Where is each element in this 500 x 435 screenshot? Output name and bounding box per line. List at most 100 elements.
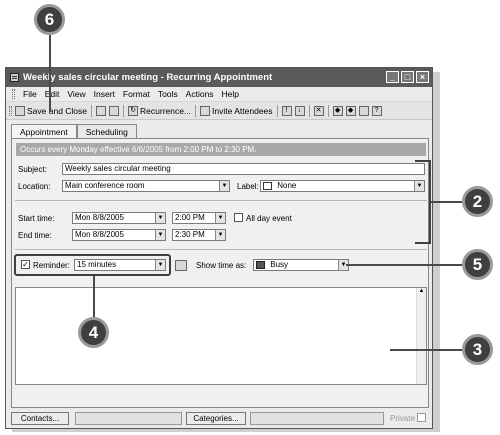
scroll-up-icon[interactable]: ▲ bbox=[419, 288, 425, 294]
location-combobox[interactable]: Main conference room ▼ bbox=[62, 180, 230, 192]
invite-icon bbox=[200, 105, 211, 116]
save-and-close-button[interactable]: Save and Close bbox=[15, 105, 88, 116]
recurrence-button[interactable]: ↻ Recurrence... bbox=[128, 105, 192, 116]
end-date-picker[interactable]: Mon 8/8/2005 ▼ bbox=[72, 229, 166, 241]
label-select[interactable]: None ▼ bbox=[260, 180, 425, 192]
toolbar-separator bbox=[327, 104, 329, 117]
busy-swatch bbox=[256, 260, 265, 269]
end-date-value: Mon 8/8/2005 bbox=[75, 230, 124, 239]
start-date-picker[interactable]: Mon 8/8/2005 ▼ bbox=[72, 212, 166, 224]
menu-help[interactable]: Help bbox=[222, 89, 239, 99]
label-value: None bbox=[277, 181, 297, 190]
close-button[interactable]: × bbox=[416, 71, 429, 83]
menu-file[interactable]: File bbox=[23, 89, 37, 99]
callout-6: 6 bbox=[34, 4, 65, 35]
all-day-label: All day event bbox=[246, 214, 292, 223]
notes-scrollbar[interactable]: ▲ bbox=[416, 288, 426, 384]
minimize-button[interactable]: _ bbox=[386, 71, 399, 83]
recurrence-label: Recurrence... bbox=[140, 105, 192, 116]
recurrence-icon: ↻ bbox=[128, 105, 139, 116]
maximize-button[interactable]: □ bbox=[401, 71, 414, 83]
menu-tools[interactable]: Tools bbox=[158, 89, 178, 99]
bottom-bar: Contacts... Categories... Private bbox=[6, 410, 432, 428]
attach-icon[interactable] bbox=[109, 105, 120, 116]
window-controls: _ □ × bbox=[386, 71, 429, 83]
window-title: Weekly sales circular meeting - Recurrin… bbox=[23, 72, 273, 83]
tab-scheduling[interactable]: Scheduling bbox=[76, 124, 137, 138]
next-item-icon[interactable]: ◆ bbox=[345, 105, 356, 116]
appointment-icon bbox=[10, 73, 19, 82]
chevron-down-icon[interactable]: ▼ bbox=[155, 230, 165, 240]
toolbar-separator bbox=[308, 104, 310, 117]
divider bbox=[15, 249, 427, 250]
menu-bar: File Edit View Insert Format Tools Actio… bbox=[6, 87, 432, 102]
callout-3-line bbox=[390, 349, 464, 351]
start-time-value: 2:00 PM bbox=[175, 213, 205, 222]
label-color-swatch bbox=[263, 181, 272, 190]
show-time-as-select[interactable]: Busy ▼ bbox=[253, 259, 349, 271]
contacts-field[interactable] bbox=[75, 412, 182, 425]
tab-strip: Appointment Scheduling bbox=[11, 124, 137, 139]
callout-6-line bbox=[49, 35, 51, 112]
callout-4: 4 bbox=[78, 317, 109, 348]
end-time-value: 2:30 PM bbox=[175, 230, 205, 239]
location-value: Main conference room bbox=[65, 181, 145, 190]
menu-view[interactable]: View bbox=[67, 89, 85, 99]
menu-actions[interactable]: Actions bbox=[186, 89, 214, 99]
end-time-label: End time: bbox=[18, 231, 52, 240]
menu-grip-icon bbox=[12, 89, 15, 99]
callout-2: 2 bbox=[462, 186, 493, 217]
appointment-window: Weekly sales circular meeting - Recurrin… bbox=[5, 67, 433, 429]
contacts-button[interactable]: Contacts... bbox=[11, 412, 69, 425]
invite-attendees-button[interactable]: Invite Attendees bbox=[200, 105, 273, 116]
callout-5: 5 bbox=[462, 249, 493, 280]
tab-appointment[interactable]: Appointment bbox=[11, 124, 77, 139]
toolbar-grip-icon bbox=[9, 105, 12, 116]
save-and-close-label: Save and Close bbox=[27, 105, 88, 116]
chevron-down-icon[interactable]: ▼ bbox=[219, 181, 229, 191]
delete-icon[interactable]: ✕ bbox=[313, 105, 324, 116]
save-icon bbox=[15, 105, 25, 116]
all-day-checkbox[interactable] bbox=[234, 213, 243, 222]
private-label: Private bbox=[390, 414, 415, 423]
title-bar[interactable]: Weekly sales circular meeting - Recurrin… bbox=[6, 68, 432, 87]
chevron-down-icon[interactable]: ▼ bbox=[155, 213, 165, 223]
toolbar-separator bbox=[91, 104, 93, 117]
print-icon[interactable] bbox=[96, 105, 107, 116]
start-time-picker[interactable]: 2:00 PM ▼ bbox=[172, 212, 226, 224]
chevron-down-icon[interactable]: ▼ bbox=[215, 230, 225, 240]
location-label: Location: bbox=[18, 182, 51, 191]
end-time-picker[interactable]: 2:30 PM ▼ bbox=[172, 229, 226, 241]
toolbar-separator bbox=[195, 104, 197, 117]
callout-3: 3 bbox=[462, 334, 493, 365]
callout-5-line bbox=[346, 264, 464, 266]
notes-textarea[interactable]: ▲ bbox=[15, 287, 427, 385]
show-time-as-value: Busy bbox=[270, 260, 289, 269]
importance-high-icon[interactable]: ! bbox=[281, 105, 292, 116]
label-label: Label: bbox=[237, 182, 259, 191]
toolbar-separator bbox=[123, 104, 125, 117]
start-date-value: Mon 8/8/2005 bbox=[75, 213, 124, 222]
categories-button[interactable]: Categories... bbox=[186, 412, 246, 425]
callout-2-bracket bbox=[415, 160, 431, 244]
private-checkbox[interactable] bbox=[417, 413, 426, 422]
subject-label: Subject: bbox=[18, 165, 47, 174]
reminder-sound-icon[interactable] bbox=[175, 260, 187, 271]
previous-item-icon[interactable]: ◆ bbox=[332, 105, 343, 116]
recurrence-info-bar: Occurs every Monday effective 6/6/2005 f… bbox=[16, 143, 426, 156]
categories-field[interactable] bbox=[250, 412, 384, 425]
subject-input[interactable]: Weekly sales circular meeting bbox=[62, 163, 425, 175]
divider bbox=[15, 200, 427, 201]
chevron-down-icon[interactable]: ▼ bbox=[215, 213, 225, 223]
menu-insert[interactable]: Insert bbox=[94, 89, 115, 99]
standard-toolbar: Save and Close ↻ Recurrence... Invite At… bbox=[6, 102, 432, 120]
callout-2-line bbox=[431, 201, 465, 203]
callout-4-line bbox=[93, 276, 95, 319]
toolbar-separator bbox=[276, 104, 278, 117]
help-icon[interactable]: ? bbox=[371, 105, 382, 116]
screenshot-stage: Weekly sales circular meeting - Recurrin… bbox=[0, 0, 500, 435]
menu-format[interactable]: Format bbox=[123, 89, 150, 99]
importance-low-icon[interactable]: ↓ bbox=[294, 105, 305, 116]
menu-edit[interactable]: Edit bbox=[45, 89, 60, 99]
address-book-icon[interactable] bbox=[358, 105, 369, 116]
